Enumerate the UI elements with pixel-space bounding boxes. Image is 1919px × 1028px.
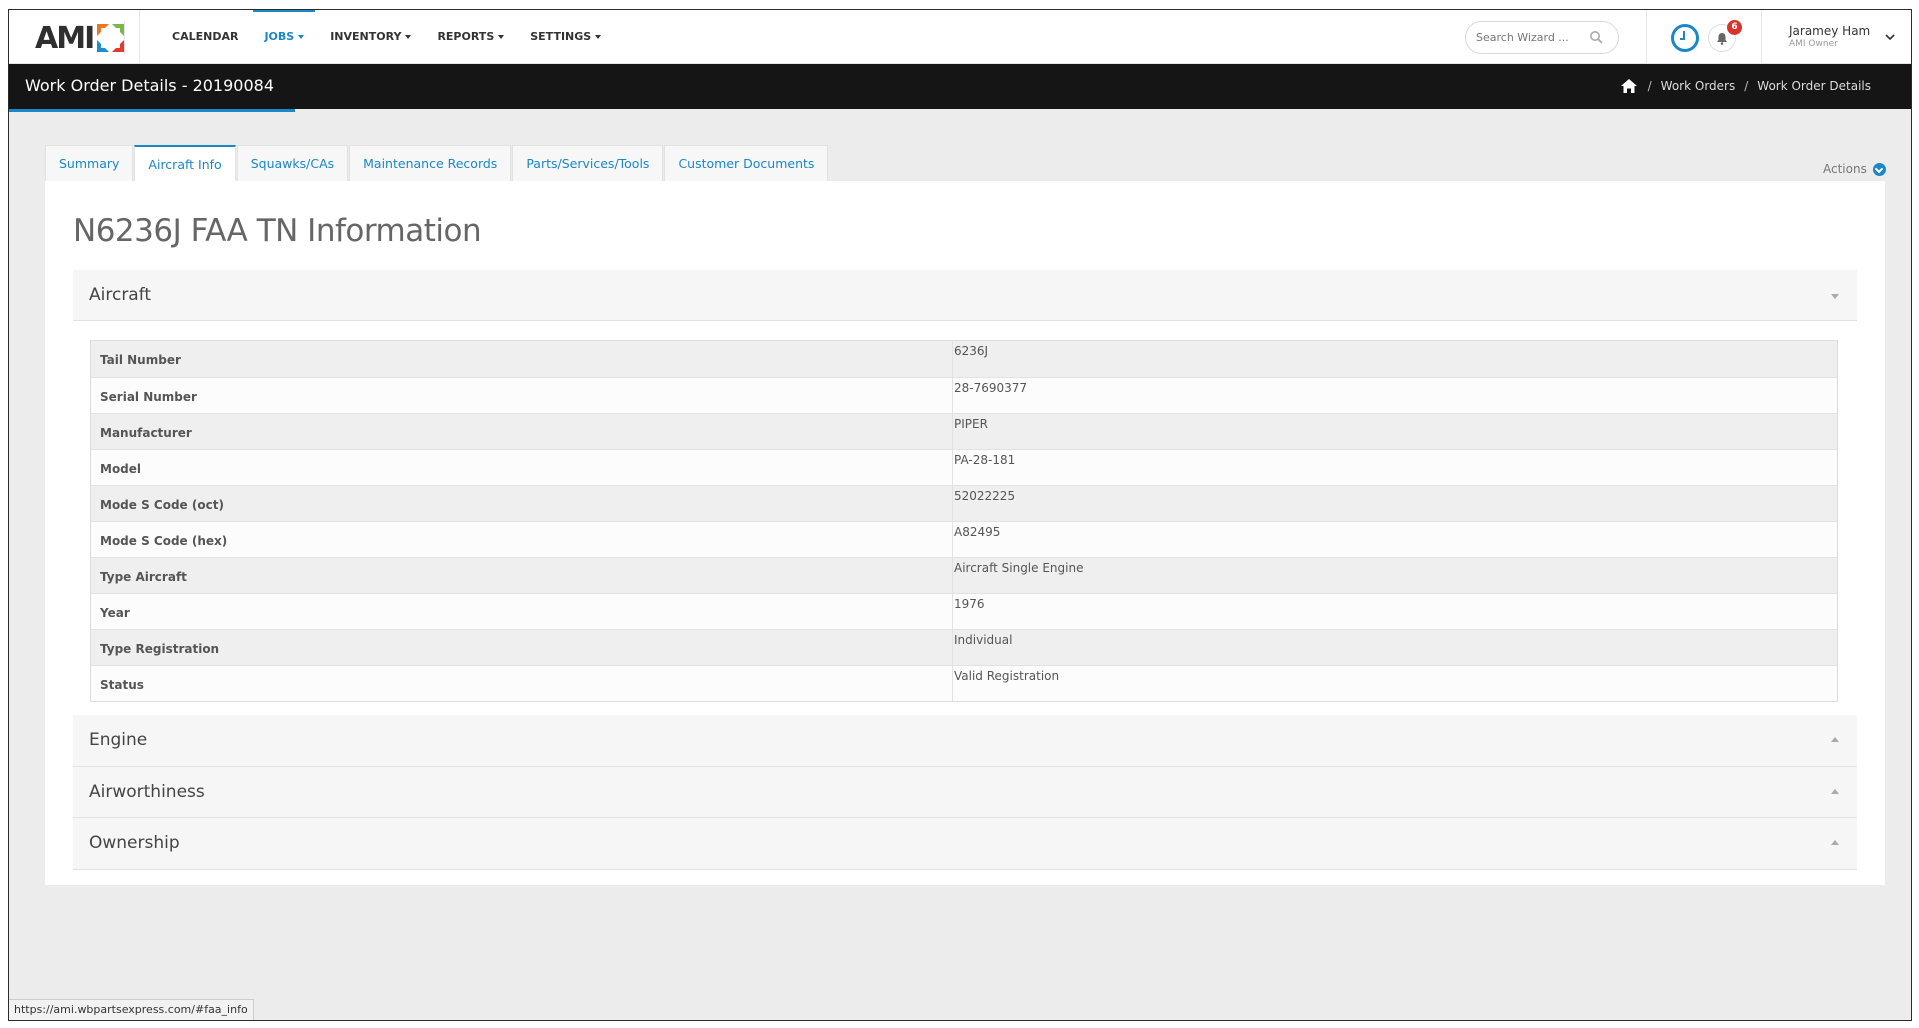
notification-count-badge: 6 — [1727, 20, 1742, 35]
table-row: Type Aircraft Aircraft Single Engine — [91, 557, 1837, 593]
row-value: 1976 — [954, 597, 985, 611]
menu-jobs-label: JOBS — [264, 30, 295, 43]
accordion-aircraft-title: Aircraft — [89, 285, 152, 305]
menu-calendar-label: CALENDAR — [172, 30, 239, 43]
tab-maintenance-records[interactable]: Maintenance Records — [349, 145, 512, 181]
chevron-down-circle-icon — [1872, 162, 1886, 176]
aircraft-info-table: Tail Number 6236J Serial Number 28-76903… — [90, 340, 1838, 702]
table-row: Model PA-28-181 — [91, 449, 1837, 485]
table-row: Status Valid Registration — [91, 665, 1837, 701]
menu-jobs[interactable]: JOBS — [251, 10, 317, 64]
accordion-ownership[interactable]: Ownership — [73, 818, 1857, 870]
aircraft-info-panel: N6236J FAA TN Information Aircraft Tail … — [45, 181, 1885, 885]
table-row: Year 1976 — [91, 593, 1837, 629]
table-row: Serial Number 28-7690377 — [91, 377, 1837, 413]
caret-down-icon — [298, 35, 305, 39]
accordion-aircraft[interactable]: Aircraft — [73, 270, 1857, 321]
row-value: Valid Registration — [954, 669, 1060, 683]
menu-calendar[interactable]: CALENDAR — [159, 10, 251, 64]
row-value: Aircraft Single Engine — [954, 561, 1084, 575]
faa-info-heading: N6236J FAA TN Information — [73, 213, 482, 249]
logo-text: AMI — [35, 20, 95, 56]
accordion-airworthiness-title: Airworthiness — [89, 782, 205, 802]
row-value: 52022225 — [954, 489, 1016, 503]
chevron-down-icon[interactable] — [1885, 32, 1895, 42]
row-label: Type Aircraft — [91, 558, 953, 593]
menu-settings-label: SETTINGS — [530, 30, 592, 43]
actions-dropdown[interactable]: Actions — [1823, 162, 1886, 176]
tab-summary[interactable]: Summary — [45, 145, 134, 181]
caret-down-icon — [1831, 294, 1839, 299]
caret-down-icon — [498, 35, 505, 39]
table-row: Mode S Code (oct) 52022225 — [91, 485, 1837, 521]
row-value: A82495 — [954, 525, 1001, 539]
table-row: Manufacturer PIPER — [91, 413, 1837, 449]
breadcrumb-separator: / — [1744, 79, 1749, 93]
tab-parts-services-tools[interactable]: Parts/Services/Tools — [512, 145, 664, 181]
menu-settings[interactable]: SETTINGS — [517, 10, 614, 64]
user-menu[interactable]: Jaramey Ham AMI Owner — [1789, 24, 1870, 49]
ami-logo[interactable]: AMI — [35, 20, 125, 56]
row-value: 6236J — [954, 344, 989, 358]
nav-divider — [1761, 10, 1762, 64]
accordion-airworthiness[interactable]: Airworthiness — [73, 767, 1857, 818]
row-label: Mode S Code (oct) — [91, 486, 953, 521]
caret-up-icon — [1831, 737, 1839, 742]
user-role: AMI Owner — [1789, 39, 1838, 49]
table-row: Type Registration Individual — [91, 629, 1837, 665]
caret-down-icon — [405, 35, 412, 39]
tab-customer-documents[interactable]: Customer Documents — [664, 145, 829, 181]
row-label: Type Registration — [91, 630, 953, 665]
breadcrumb-work-orders[interactable]: Work Orders — [1661, 79, 1736, 93]
row-label: Model — [91, 450, 953, 485]
browser-viewport: AMI CALENDAR JOBS INVENTORY REPORTS SETT… — [8, 9, 1912, 1021]
nav-divider — [1646, 10, 1647, 64]
browser-status-url: https://ami.wbpartsexpress.com/#faa_info — [9, 999, 254, 1020]
clock-icon[interactable] — [1671, 24, 1699, 52]
row-label: Status — [91, 666, 953, 701]
user-name: Jaramey Ham — [1789, 24, 1871, 38]
logo-mark-icon — [97, 24, 124, 52]
row-label: Tail Number — [91, 341, 953, 377]
menu-reports[interactable]: REPORTS — [424, 10, 517, 64]
row-value: PIPER — [954, 417, 988, 431]
bell-icon — [1717, 32, 1727, 45]
work-order-tabs: Summary Aircraft Info Squawks/CAs Mainte… — [45, 145, 829, 182]
accordion-engine-title: Engine — [89, 730, 148, 750]
tab-squawks[interactable]: Squawks/CAs — [236, 145, 349, 181]
caret-up-icon — [1831, 789, 1839, 794]
actions-label: Actions — [1823, 162, 1867, 176]
tab-aircraft-info[interactable]: Aircraft Info — [134, 145, 236, 182]
row-label: Serial Number — [91, 378, 953, 413]
page-header-bar: Work Order Details - 20190084 / Work Ord… — [9, 64, 1911, 109]
top-navbar: AMI CALENDAR JOBS INVENTORY REPORTS SETT… — [9, 10, 1911, 64]
search-icon[interactable] — [1589, 30, 1603, 44]
menu-inventory-label: INVENTORY — [330, 30, 402, 43]
accordion-ownership-title: Ownership — [89, 833, 180, 853]
row-label: Manufacturer — [91, 414, 953, 449]
row-value: 28-7690377 — [954, 381, 1028, 395]
nav-divider — [139, 10, 140, 64]
menu-inventory[interactable]: INVENTORY — [317, 10, 424, 64]
main-menu: CALENDAR JOBS INVENTORY REPORTS SETTINGS — [159, 10, 614, 64]
page-title: Work Order Details - 20190084 — [25, 76, 275, 95]
home-icon[interactable] — [1620, 79, 1637, 93]
row-label: Mode S Code (hex) — [91, 522, 953, 557]
title-accent-bar — [9, 109, 295, 112]
row-value: Individual — [954, 633, 1013, 647]
caret-up-icon — [1831, 840, 1839, 845]
table-row: Mode S Code (hex) A82495 — [91, 521, 1837, 557]
accordion-engine[interactable]: Engine — [73, 715, 1857, 767]
caret-down-icon — [595, 35, 602, 39]
row-value: PA-28-181 — [954, 453, 1016, 467]
menu-reports-label: REPORTS — [437, 30, 495, 43]
breadcrumb: / Work Orders / Work Order Details — [1620, 79, 1871, 93]
breadcrumb-work-order-details: Work Order Details — [1757, 79, 1871, 93]
table-row: Tail Number 6236J — [91, 341, 1837, 377]
breadcrumb-separator: / — [1647, 79, 1652, 93]
row-label: Year — [91, 594, 953, 629]
